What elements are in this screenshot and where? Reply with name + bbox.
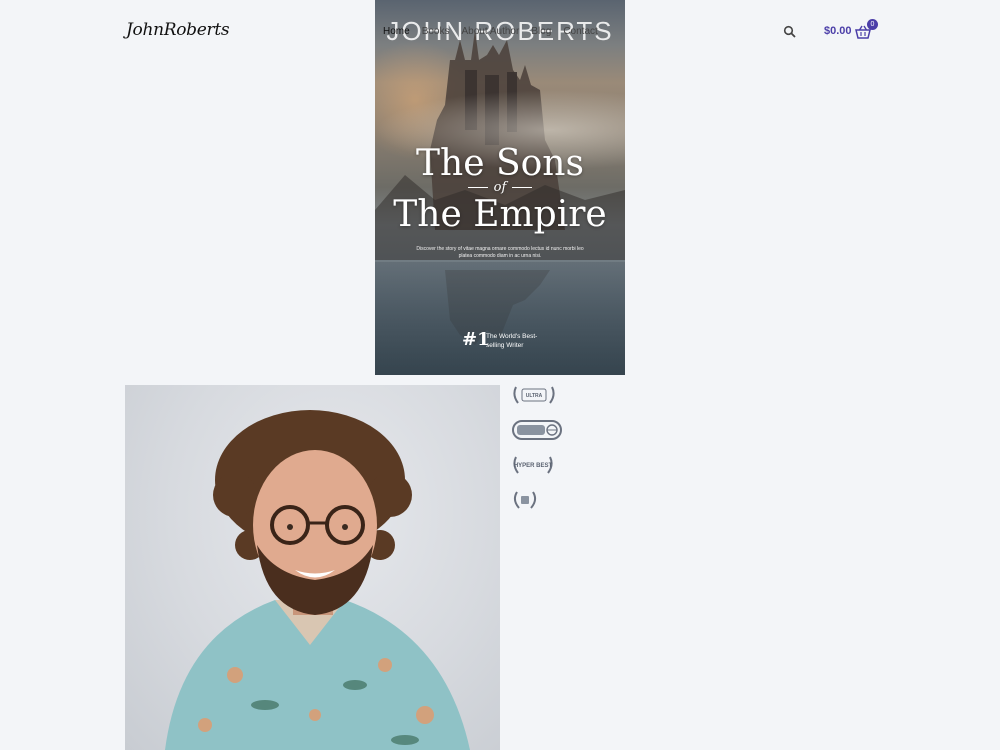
cover-blurb: Discover the story of vitae magna ornare… [416, 246, 584, 259]
cover-rank-text: The World's Best-selling Writer [486, 333, 538, 349]
nav-contact[interactable]: Contact [563, 26, 597, 37]
cover-title-line2: The Empire [393, 194, 607, 235]
cart-count-badge: 0 [867, 19, 878, 30]
ultra-award-label: ULTRA [526, 393, 543, 399]
laurel-award-icon [513, 491, 537, 509]
author-portrait [125, 385, 500, 750]
nav-books[interactable]: Books [422, 26, 450, 37]
book-cover: JOHN ROBERTS The Sons of The Empire Disc… [375, 0, 625, 375]
cart-total[interactable]: $0.00 [824, 25, 852, 37]
nav-home[interactable]: Home [383, 26, 410, 37]
cover-title-connector: of [375, 180, 625, 195]
search-icon[interactable] [783, 25, 797, 39]
site-logo[interactable]: JohnRoberts [126, 20, 230, 40]
author-photo [165, 410, 470, 750]
cover-title-line1: The Sons [416, 143, 584, 184]
nav-about-author[interactable]: About Author [461, 26, 519, 37]
ultra-award-icon: ULTRA [513, 386, 555, 404]
hyper-best-award-label: HYPER BEST [514, 463, 553, 469]
main-nav: Home Books About Author Blog Contact [383, 26, 610, 37]
nav-blog[interactable]: Blog [531, 26, 551, 37]
globe-award-icon [512, 420, 562, 440]
hyper-best-award-icon: HYPER BEST [513, 456, 553, 474]
